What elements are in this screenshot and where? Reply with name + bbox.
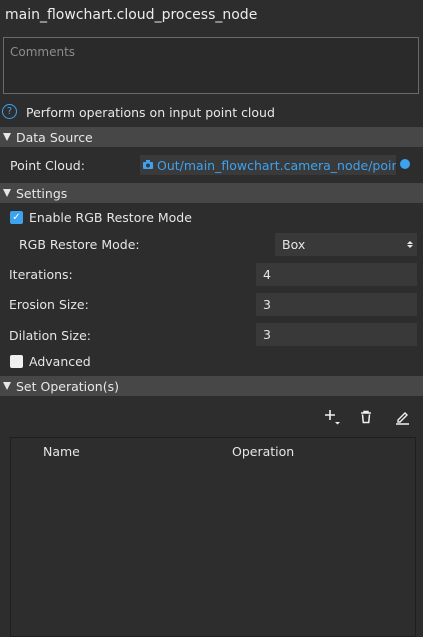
- column-header-name[interactable]: Name: [43, 444, 80, 459]
- section-header-settings[interactable]: Settings: [0, 183, 423, 203]
- help-icon[interactable]: ?: [2, 104, 17, 119]
- dilation-size-label: Dilation Size:: [9, 328, 92, 343]
- enable-rgb-label: Enable RGB Restore Mode: [29, 210, 192, 225]
- rgb-mode-label: RGB Restore Mode:: [19, 237, 140, 252]
- add-icon[interactable]: [321, 406, 343, 428]
- point-cloud-label: Point Cloud:: [10, 158, 85, 173]
- operations-table[interactable]: Name Operation: [10, 437, 416, 637]
- checkmark-icon: ✓: [12, 211, 21, 223]
- enable-rgb-checkbox[interactable]: ✓: [10, 211, 23, 224]
- iterations-input[interactable]: 4: [256, 263, 417, 286]
- collapse-triangle-icon: [3, 382, 11, 390]
- node-title: main_flowchart.cloud_process_node: [5, 7, 258, 23]
- edit-icon[interactable]: [391, 406, 413, 428]
- spinner-arrows-icon: [407, 241, 413, 248]
- iterations-label: Iterations:: [9, 267, 73, 282]
- rgb-mode-select[interactable]: Box: [275, 233, 417, 256]
- connection-dot-icon[interactable]: [400, 159, 410, 169]
- dilation-size-input[interactable]: 3: [256, 323, 417, 346]
- section-title: Data Source: [16, 129, 93, 145]
- column-header-operation[interactable]: Operation: [232, 444, 294, 459]
- section-title: Settings: [16, 185, 68, 201]
- erosion-size-label: Erosion Size:: [9, 297, 89, 312]
- section-header-set-operations[interactable]: Set Operation(s): [0, 376, 423, 396]
- section-header-data-source[interactable]: Data Source: [0, 127, 423, 147]
- rgb-mode-value: Box: [282, 237, 306, 252]
- comments-input[interactable]: [4, 38, 418, 93]
- erosion-size-input[interactable]: 3: [256, 293, 417, 316]
- collapse-triangle-icon: [3, 133, 11, 141]
- point-cloud-link-text: Out/main_flowchart.camera_node/pointC: [157, 157, 396, 173]
- trash-icon[interactable]: [355, 406, 377, 428]
- collapse-triangle-icon: [3, 189, 11, 197]
- advanced-checkbox[interactable]: [10, 355, 23, 368]
- comments-box[interactable]: [3, 37, 419, 94]
- section-title: Set Operation(s): [16, 378, 119, 394]
- camera-icon: [143, 159, 153, 172]
- node-description: Perform operations on input point cloud: [26, 105, 275, 120]
- advanced-label: Advanced: [29, 354, 91, 369]
- point-cloud-link[interactable]: Out/main_flowchart.camera_node/pointC: [140, 155, 396, 175]
